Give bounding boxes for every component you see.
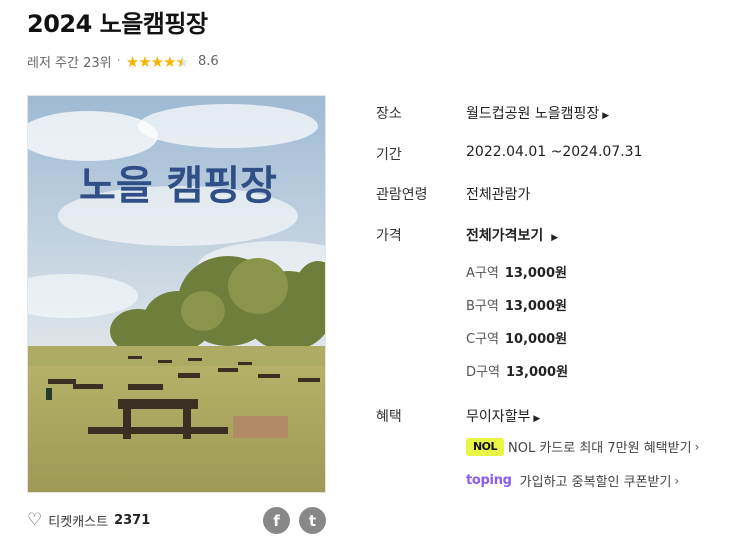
price-zone: B구역: [466, 299, 499, 314]
chevron-right-icon: ›: [694, 439, 700, 454]
page-title: 2024 노을캠핑장: [27, 10, 208, 38]
star-icon: ★: [150, 52, 164, 71]
like-count: 2371: [114, 513, 151, 528]
price-amount: 13,000원: [504, 299, 567, 314]
view-all-prices-link[interactable]: 전체가격보기 ▶: [466, 225, 558, 245]
toping-logo-icon: toping: [466, 473, 512, 488]
facebook-share-icon[interactable]: f: [263, 507, 290, 534]
price-zone: A구역: [466, 266, 499, 281]
price-amount: 10,000원: [505, 332, 568, 347]
ranking-line: 레저 주간 23위 · ★ ★ ★ ★ ★ 8.6: [27, 52, 219, 72]
age-label: 관람연령: [376, 187, 428, 203]
period-label: 기간: [376, 147, 402, 163]
nol-logo-icon: NOL: [466, 437, 504, 456]
toping-promo[interactable]: toping 가입하고 중복할인 쿠폰받기 ›: [466, 471, 679, 490]
price-amount: 13,000원: [504, 266, 567, 281]
chevron-right-icon: ›: [674, 473, 680, 488]
price-row: A구역 13,000원: [466, 262, 567, 281]
nol-card-promo[interactable]: NOL NOL 카드로 최대 7만원 혜택받기 ›: [466, 437, 699, 456]
price-zone: C구역: [466, 332, 499, 347]
price-label: 가격: [376, 228, 402, 244]
place-value: 월드컵공원 노을캠핑장: [466, 106, 600, 122]
star-rating: ★ ★ ★ ★ ★: [125, 52, 189, 71]
star-icon: ★: [163, 52, 176, 71]
poster-headline: 노을 캠핑장: [79, 163, 277, 209]
place-label: 장소: [376, 106, 402, 122]
benefit-value: 무이자할부: [466, 409, 531, 425]
separator-dot: ·: [116, 54, 121, 69]
price-row: C구역 10,000원: [466, 328, 567, 347]
view-all-prices-label: 전체가격보기: [466, 228, 544, 244]
star-icon: ★: [125, 52, 139, 71]
twitter-share-icon[interactable]: t: [299, 507, 326, 534]
caret-right-icon: ▶: [551, 233, 559, 243]
category-rank: 레저 주간 23위: [27, 56, 112, 71]
like-label: 티켓캐스트: [48, 515, 109, 530]
caret-right-icon: ▶: [533, 414, 541, 424]
toping-promo-text: 가입하고 중복할인 쿠폰받기: [519, 475, 672, 490]
heart-outline-icon: ♡: [27, 510, 43, 530]
nol-promo-text: NOL 카드로 최대 7만원 혜택받기: [508, 441, 692, 456]
poster-image[interactable]: 노을 캠핑장: [27, 95, 326, 493]
price-amount: 13,000원: [505, 365, 569, 380]
rating-score: 8.6: [198, 54, 219, 69]
half-star-icon: ★: [176, 53, 189, 71]
price-zone: D구역: [466, 365, 500, 380]
like-button[interactable]: ♡ 티켓캐스트 2371: [27, 510, 151, 531]
installment-link[interactable]: 무이자할부 ▶: [466, 406, 540, 426]
star-icon: ★: [138, 52, 151, 71]
price-row: B구역 13,000원: [466, 295, 567, 314]
period-value: 2022.04.01 ~2024.07.31: [466, 144, 643, 160]
caret-right-icon: ▶: [602, 111, 610, 121]
place-link[interactable]: 월드컵공원 노을캠핑장 ▶: [466, 103, 609, 123]
age-value: 전체관람가: [466, 187, 531, 203]
price-row: D구역 13,000원: [466, 361, 568, 380]
benefit-label: 혜택: [376, 409, 402, 425]
